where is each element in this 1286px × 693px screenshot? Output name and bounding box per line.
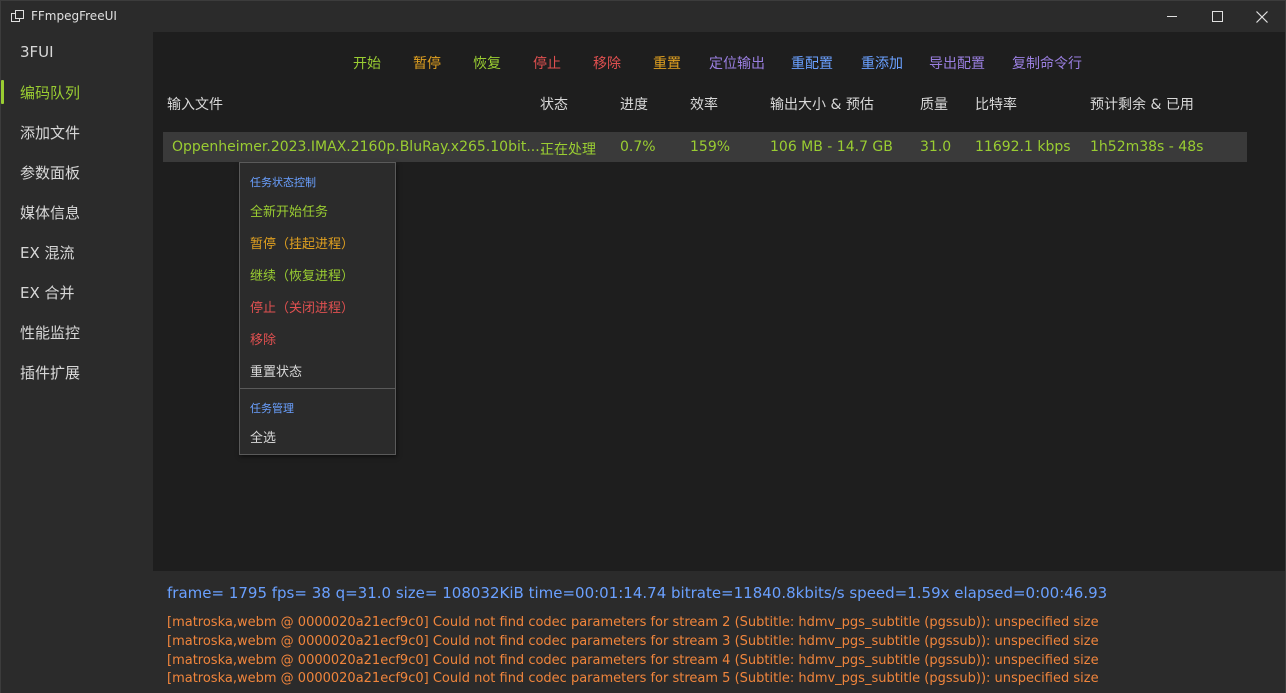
sidebar-item-label: 添加文件 [20, 123, 81, 142]
menu-item-reset-state[interactable]: 重置状态 [250, 361, 302, 380]
sidebar-item-3fui[interactable]: 3FUI [1, 32, 153, 72]
active-indicator [1, 80, 4, 104]
re-add-button[interactable]: 重添加 [861, 53, 903, 73]
log-line: [matroska,webm @ 0000020a21ecf9c0] Could… [167, 653, 1099, 668]
log-line: [matroska,webm @ 0000020a21ecf9c0] Could… [167, 615, 1099, 630]
menu-item-resume-process[interactable]: 继续（恢复进程） [250, 265, 354, 284]
stop-button[interactable]: 停止 [533, 53, 561, 73]
sidebar-item-plugins[interactable]: 插件扩展 [1, 352, 153, 392]
sidebar-item-media-info[interactable]: 媒体信息 [1, 192, 153, 232]
sidebar-item-label: EX 混流 [20, 243, 75, 262]
log-line: [matroska,webm @ 0000020a21ecf9c0] Could… [167, 671, 1099, 686]
close-button[interactable] [1239, 1, 1285, 32]
menu-item-select-all[interactable]: 全选 [250, 427, 276, 446]
reset-button[interactable]: 重置 [653, 53, 681, 73]
menu-item-restart-task[interactable]: 全新开始任务 [250, 201, 328, 220]
menu-item-pause-process[interactable]: 暂停（挂起进程） [250, 233, 354, 252]
cell-bitrate: 11692.1 kbps [975, 139, 1071, 155]
close-icon [1256, 10, 1268, 23]
column-header-quality[interactable]: 质量 [920, 94, 948, 114]
start-button[interactable]: 开始 [353, 53, 381, 73]
sidebar-item-label: 参数面板 [20, 163, 81, 182]
menu-item-remove[interactable]: 移除 [250, 329, 276, 348]
app-logo-icon [11, 10, 24, 22]
menu-section-task-state: 任务状态控制 [250, 176, 316, 189]
sidebar-item-ex-merge[interactable]: EX 合并 [1, 272, 153, 312]
maximize-icon [1211, 11, 1223, 22]
minimize-button[interactable] [1149, 1, 1195, 32]
sidebar-item-label: 媒体信息 [20, 203, 81, 222]
sidebar-item-ex-mux[interactable]: EX 混流 [1, 232, 153, 272]
main-panel: 开始 暂停 恢复 停止 移除 重置 定位输出 重配置 重添加 导出配置 复制命令… [153, 32, 1285, 693]
menu-section-task-management: 任务管理 [250, 402, 294, 415]
log-line: [matroska,webm @ 0000020a21ecf9c0] Could… [167, 634, 1099, 649]
cell-input-file: Oppenheimer.2023.IMAX.2160p.BluRay.x265.… [172, 139, 545, 155]
cell-efficiency: 159% [690, 139, 731, 155]
locate-output-button[interactable]: 定位输出 [709, 53, 765, 73]
encode-progress-text: frame= 1795 fps= 38 q=31.0 size= 108032K… [167, 584, 1108, 602]
sidebar-item-add-files[interactable]: 添加文件 [1, 112, 153, 152]
cell-quality: 31.0 [920, 139, 952, 155]
column-header-input-file[interactable]: 输入文件 [167, 94, 223, 114]
copy-command-button[interactable]: 复制命令行 [1012, 53, 1082, 73]
minimize-icon [1166, 16, 1177, 17]
cell-time: 1h52m38s - 48s [1090, 139, 1204, 155]
column-header-bitrate[interactable]: 比特率 [975, 94, 1017, 114]
sidebar: 3FUI 编码队列 添加文件 参数面板 媒体信息 EX 混流 EX 合并 性能监… [1, 32, 153, 693]
column-header-progress[interactable]: 进度 [620, 94, 648, 114]
log-panel[interactable]: frame= 1795 fps= 38 q=31.0 size= 108032K… [153, 571, 1285, 693]
cell-status: 正在处理 [540, 142, 596, 158]
sidebar-item-label: EX 合并 [20, 283, 75, 302]
column-header-time[interactable]: 预计剩余 & 已用 [1090, 94, 1194, 114]
app-title: FFmpegFreeUI [31, 9, 117, 23]
pause-button[interactable]: 暂停 [413, 53, 441, 73]
sidebar-item-encode-queue[interactable]: 编码队列 [1, 72, 153, 112]
sidebar-item-label: 性能监控 [20, 323, 81, 342]
column-header-efficiency[interactable]: 效率 [690, 94, 718, 114]
cell-progress: 0.7% [620, 139, 656, 155]
app-window: FFmpegFreeUI 3FUI 编码队列 添加文件 参数面板 媒体信息 EX… [0, 0, 1286, 693]
column-header-status[interactable]: 状态 [540, 94, 568, 114]
title-bar[interactable]: FFmpegFreeUI [1, 1, 1285, 32]
remove-button[interactable]: 移除 [593, 53, 621, 73]
menu-divider [240, 388, 395, 389]
context-menu: 任务状态控制 全新开始任务 暂停（挂起进程） 继续（恢复进程） 停止（关闭进程）… [239, 162, 396, 455]
sidebar-item-label: 编码队列 [20, 83, 81, 102]
sidebar-item-performance[interactable]: 性能监控 [1, 312, 153, 352]
export-config-button[interactable]: 导出配置 [929, 53, 985, 73]
sidebar-item-label: 3FUI [20, 43, 54, 61]
resume-button[interactable]: 恢复 [473, 53, 501, 73]
cell-output-size: 106 MB - 14.7 GB [770, 139, 893, 155]
sidebar-item-label: 插件扩展 [20, 363, 81, 382]
column-header-output-size[interactable]: 输出大小 & 预估 [770, 94, 874, 114]
menu-item-stop-process[interactable]: 停止（关闭进程） [250, 297, 354, 316]
maximize-button[interactable] [1194, 1, 1240, 32]
reconfigure-button[interactable]: 重配置 [791, 53, 833, 73]
table-row[interactable]: Oppenheimer.2023.IMAX.2160p.BluRay.x265.… [163, 132, 1247, 162]
sidebar-item-parameters[interactable]: 参数面板 [1, 152, 153, 192]
